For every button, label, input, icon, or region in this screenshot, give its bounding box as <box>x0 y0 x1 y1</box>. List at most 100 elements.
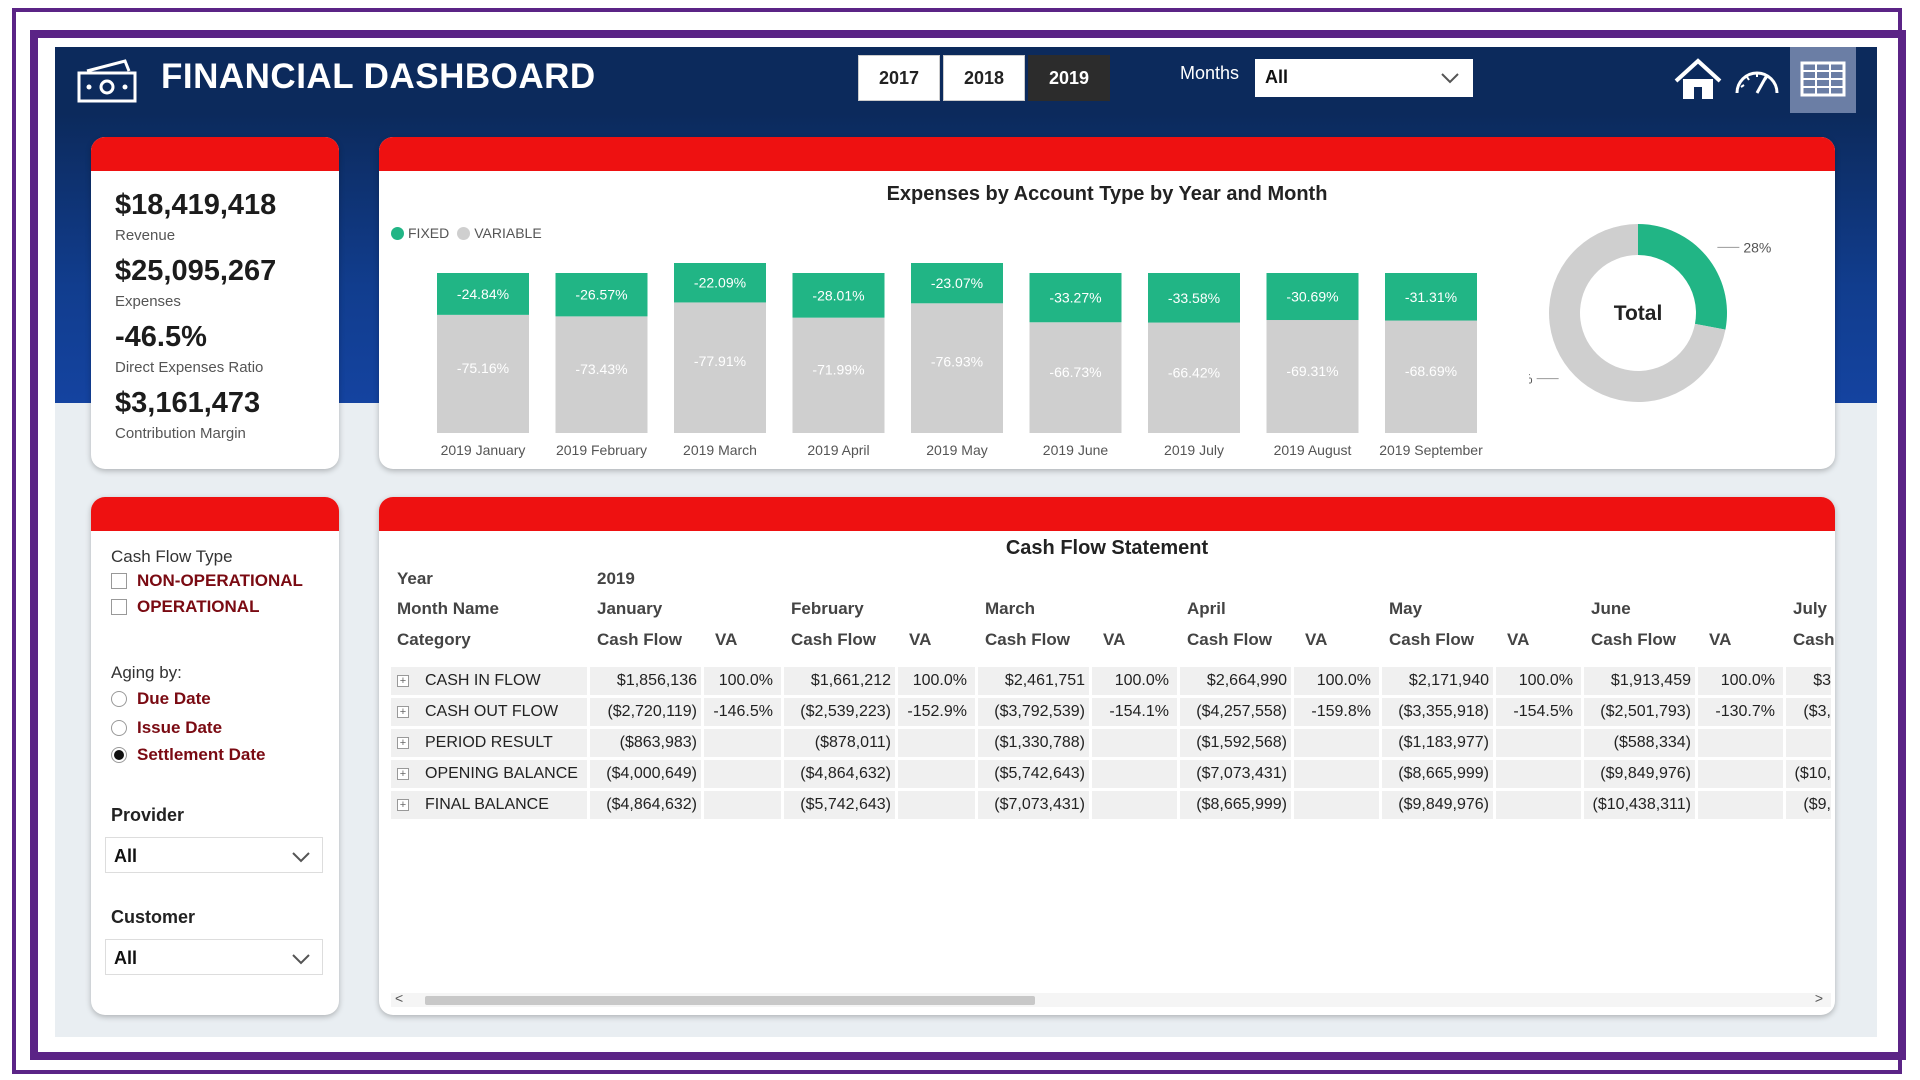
bar-fixed-label: -26.57% <box>575 287 627 303</box>
cell-divider <box>587 791 590 819</box>
bar-group[interactable]: -30.69% -69.31% 2019 August <box>1266 273 1359 458</box>
expand-icon[interactable]: + <box>397 768 409 780</box>
cash-flow-column-header: Cash Flow <box>1591 630 1677 649</box>
cash-flow-cell: ($10,438,311) <box>1592 796 1691 813</box>
expand-icon[interactable]: + <box>397 799 409 811</box>
cash-flow-cell: $1,856,136 <box>616 672 697 689</box>
cash-flow-cell: ($878,011) <box>814 734 891 751</box>
cash-flow-column-header: Cash Flow <box>985 630 1071 649</box>
table-row: + PERIOD RESULT ($863,983) ($878,011) ($1,33… <box>391 729 1831 757</box>
radio-label: Issue Date <box>137 718 223 737</box>
x-axis-tick-label: 2019 July <box>1164 442 1224 458</box>
bar-fixed-label: -33.27% <box>1049 290 1101 306</box>
cell-divider <box>895 729 898 757</box>
cash-flow-cell: ($1,330,788) <box>994 734 1085 751</box>
checkbox-non-operational[interactable]: NON-OPERATIONAL <box>111 571 303 591</box>
va-cell: 100.0% <box>1114 672 1169 689</box>
bar-group[interactable]: -26.57% -73.43% 2019 February <box>555 273 648 458</box>
cell-divider <box>975 729 978 757</box>
kpi-card: $18,419,418 Revenue $25,095,267 Expenses… <box>91 137 339 469</box>
cell-divider <box>781 760 784 788</box>
gauge-icon[interactable] <box>1731 57 1783 103</box>
year-header-label: Year <box>397 569 433 588</box>
bar-group[interactable]: -28.01% -71.99% 2019 April <box>792 273 885 458</box>
customer-dropdown[interactable]: All <box>105 939 323 975</box>
bar-group[interactable]: -23.07% -76.93% 2019 May <box>911 263 1003 458</box>
year-button-2018[interactable]: 2018 <box>943 55 1025 101</box>
scroll-left-arrow[interactable]: < <box>395 990 403 1006</box>
bar-fixed-label: -31.31% <box>1405 289 1457 305</box>
checkbox-operational[interactable]: OPERATIONAL <box>111 597 259 617</box>
radio-button[interactable] <box>111 691 127 707</box>
bar-variable-label: -68.69% <box>1405 363 1457 379</box>
checkbox-box[interactable] <box>111 599 127 615</box>
cell-divider <box>1177 729 1180 757</box>
bar-fixed-label: -23.07% <box>931 275 983 291</box>
bar-group[interactable]: -33.27% -66.73% 2019 June <box>1029 273 1122 458</box>
cell-divider <box>1379 791 1382 819</box>
table-view-button[interactable] <box>1790 47 1856 113</box>
cell-divider <box>895 698 898 726</box>
radio-button-selected[interactable] <box>111 747 127 763</box>
cell-divider <box>1379 760 1382 788</box>
year-button-2017[interactable]: 2017 <box>858 55 940 101</box>
table-row: + FINAL BALANCE ($4,864,632) ($5,742,643) ($… <box>391 791 1831 819</box>
row-category: FINAL BALANCE <box>425 796 549 813</box>
cash-flow-column-header: Cash Flow <box>1389 630 1475 649</box>
horizontal-scrollbar[interactable]: < > <box>391 990 1831 1007</box>
cash-flow-cell: ($2,720,119) <box>607 703 697 720</box>
va-column-header: VA <box>1709 630 1732 649</box>
bar-group[interactable]: -33.58% -66.42% 2019 July <box>1148 273 1240 458</box>
home-icon[interactable] <box>1672 57 1724 103</box>
cell-divider <box>1783 729 1786 757</box>
table-row: + OPENING BALANCE ($4,000,649) ($4,864,632)… <box>391 760 1831 788</box>
cell-divider <box>975 760 978 788</box>
cell-divider <box>1783 667 1786 695</box>
chevron-down-icon <box>1441 73 1459 84</box>
scrollbar-thumb[interactable] <box>425 996 1035 1005</box>
cash-flow-cell: ($4,000,649) <box>606 765 697 782</box>
provider-value: All <box>114 846 138 866</box>
bar-group[interactable]: -24.84% -75.16% 2019 January <box>437 273 529 458</box>
customer-label: Customer <box>111 907 196 927</box>
expand-icon[interactable]: + <box>397 706 409 718</box>
cell-divider <box>975 698 978 726</box>
radio-issue-date[interactable]: Issue Date <box>111 718 222 738</box>
cell-divider <box>1493 667 1496 695</box>
cash-flow-cell: ($3, <box>1803 703 1831 720</box>
bar-group[interactable]: -22.09% -77.91% 2019 March <box>674 263 766 458</box>
bar-group[interactable]: -31.31% -68.69% 2019 September <box>1379 273 1483 458</box>
va-cell: -154.5% <box>1513 703 1573 720</box>
cash-flow-cell: $3 <box>1813 672 1831 689</box>
va-cell: 100.0% <box>1316 672 1371 689</box>
x-axis-tick-label: 2019 February <box>556 442 647 458</box>
bar-variable-label: -69.31% <box>1286 363 1338 379</box>
cell-divider <box>975 667 978 695</box>
donut-chart: 28% 72% Total <box>1529 224 1771 402</box>
kpi-margin-label: Contribution Margin <box>115 425 246 442</box>
cash-flow-cell: ($10, <box>1794 765 1831 782</box>
cell-divider <box>1581 667 1584 695</box>
expand-icon[interactable]: + <box>397 737 409 749</box>
year-button-2019[interactable]: 2019 <box>1028 55 1110 101</box>
month-column-header: February <box>791 599 864 618</box>
checkbox-box[interactable] <box>111 573 127 589</box>
scroll-right-arrow[interactable]: > <box>1815 990 1823 1006</box>
filter-card: Cash Flow Type NON-OPERATIONAL OPERATION… <box>91 497 339 1015</box>
radio-settlement-date[interactable]: Settlement Date <box>111 745 265 765</box>
months-dropdown[interactable]: All <box>1255 59 1473 97</box>
cell-divider <box>701 698 704 726</box>
cell-divider <box>701 667 704 695</box>
radio-button[interactable] <box>111 720 127 736</box>
radio-due-date[interactable]: Due Date <box>111 689 211 709</box>
month-column-header: January <box>597 599 663 618</box>
va-column-header: VA <box>715 630 738 649</box>
x-axis-tick-label: 2019 January <box>441 442 526 458</box>
row-category: PERIOD RESULT <box>425 734 553 751</box>
provider-dropdown[interactable]: All <box>105 837 323 873</box>
cash-flow-cell: ($2,501,793) <box>1600 703 1691 720</box>
cell-divider <box>1783 760 1786 788</box>
chevron-down-icon <box>292 954 310 965</box>
expand-icon[interactable]: + <box>397 675 409 687</box>
cash-flow-cell: ($7,073,431) <box>1196 765 1287 782</box>
